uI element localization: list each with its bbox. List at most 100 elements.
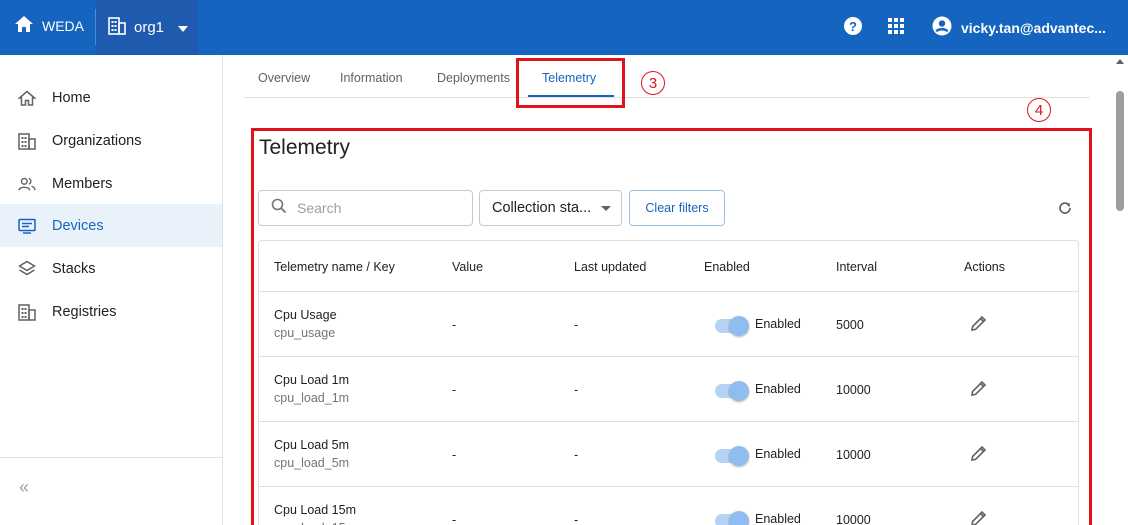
tab-information[interactable]: Information (340, 71, 403, 85)
table-row[interactable]: Cpu Load 5m cpu_load_5m - - Enabled 1000… (259, 421, 1078, 486)
sidebar-item-label: Registries (52, 303, 117, 320)
enabled-label: Enabled (755, 512, 801, 525)
telemetry-key: cpu_load_5m (274, 456, 350, 470)
sidebar-item-registries[interactable]: Registries (0, 290, 222, 333)
toggle-knob (729, 381, 749, 401)
search-icon (271, 198, 287, 219)
scroll-up-arrow-icon[interactable] (1116, 59, 1124, 64)
telemetry-value: - (452, 383, 457, 397)
tab-overview[interactable]: Overview (258, 71, 310, 85)
telemetry-value: - (452, 448, 457, 462)
edit-pencil-icon[interactable] (970, 509, 988, 525)
column-header-interval[interactable]: Interval (836, 260, 877, 274)
building-icon (108, 16, 126, 39)
table-row[interactable]: Cpu Usage cpu_usage - - Enabled 5000 (259, 291, 1078, 356)
telemetry-key: cpu_load_1m (274, 391, 350, 405)
org-selector[interactable]: org1 (96, 0, 198, 55)
last-updated: - (574, 513, 579, 525)
sidebar-item-label: Devices (52, 217, 104, 234)
column-header-last-updated[interactable]: Last updated (574, 260, 646, 274)
detail-tabs: Overview Information Deployments Telemet… (244, 55, 1090, 98)
table-row[interactable]: Cpu Load 15m cpu_load_15m - - Enabled 10… (259, 486, 1078, 525)
enabled-label: Enabled (755, 382, 801, 396)
user-menu[interactable]: vicky.tan@advantec... (932, 16, 1106, 39)
enabled-toggle[interactable] (715, 511, 749, 525)
chevron-down-icon (601, 206, 611, 211)
telemetry-key: cpu_usage (274, 326, 336, 340)
collection-status-filter[interactable]: Collection sta... (479, 190, 622, 226)
interval-value: 10000 (836, 383, 871, 397)
telemetry-name: Cpu Load 15m (274, 503, 357, 517)
toggle-knob (729, 511, 749, 525)
refresh-icon[interactable] (1057, 200, 1073, 221)
page-scrollbar[interactable] (1112, 55, 1128, 525)
sidebar-item-home[interactable]: Home (0, 76, 222, 119)
app-bar: WEDA org1 ? vicky.tan@advantec... (0, 0, 1128, 55)
interval-value: 5000 (836, 318, 864, 332)
org-label: org1 (134, 19, 165, 36)
edit-pencil-icon[interactable] (970, 314, 988, 337)
tab-highlight-box (516, 58, 625, 108)
sidebar-divider (0, 457, 222, 458)
telemetry-name: Cpu Load 1m (274, 373, 350, 387)
apps-grid-icon[interactable] (887, 17, 905, 40)
building-icon (18, 303, 36, 321)
building-icon (18, 132, 36, 150)
account-circle-icon (932, 16, 952, 39)
page-title: Telemetry (259, 136, 351, 159)
column-header-value[interactable]: Value (452, 260, 483, 274)
device-icon (18, 217, 36, 235)
sidebar-item-label: Members (52, 175, 113, 192)
telemetry-key: cpu_load_15m (274, 521, 356, 525)
user-email: vicky.tan@advantec... (961, 19, 1106, 36)
edit-pencil-icon[interactable] (970, 379, 988, 402)
enabled-label: Enabled (755, 447, 801, 461)
search-input[interactable] (297, 200, 447, 216)
enabled-toggle[interactable] (715, 446, 749, 466)
enabled-label: Enabled (755, 317, 801, 331)
home-link[interactable]: WEDA (14, 15, 84, 36)
toggle-knob (729, 316, 749, 336)
svg-text:?: ? (849, 19, 857, 34)
last-updated: - (574, 383, 579, 397)
enabled-toggle[interactable] (715, 316, 749, 336)
filter-value: Collection sta... (492, 200, 592, 216)
sidebar-item-members[interactable]: Members (0, 162, 222, 205)
column-header-enabled[interactable]: Enabled (704, 260, 750, 274)
brand-label: WEDA (42, 17, 84, 34)
column-header-actions: Actions (964, 260, 1005, 274)
enabled-toggle[interactable] (715, 381, 749, 401)
sidebar-item-label: Organizations (52, 132, 142, 149)
interval-value: 10000 (836, 513, 871, 525)
home-icon (14, 15, 34, 36)
clear-filters-button[interactable]: Clear filters (629, 190, 725, 226)
search-field[interactable] (258, 190, 473, 226)
sidebar-item-stacks[interactable]: Stacks (0, 247, 222, 290)
column-header-name[interactable]: Telemetry name / Key (274, 260, 395, 274)
last-updated: - (574, 448, 579, 462)
collapse-sidebar-icon[interactable]: « (19, 477, 29, 498)
last-updated: - (574, 318, 579, 332)
annotation-marker-3: 3 (641, 71, 665, 95)
scroll-thumb[interactable] (1116, 91, 1124, 211)
telemetry-name: Cpu Usage (274, 308, 337, 322)
help-icon[interactable]: ? (843, 16, 863, 41)
toggle-knob (729, 446, 749, 466)
table-row[interactable]: Cpu Load 1m cpu_load_1m - - Enabled 1000… (259, 356, 1078, 421)
layers-icon (18, 260, 36, 278)
sidebar-item-organizations[interactable]: Organizations (0, 119, 222, 162)
caret-down-icon (178, 19, 189, 36)
home-outline-icon (18, 89, 36, 107)
telemetry-value: - (452, 513, 457, 525)
people-icon (18, 175, 36, 193)
annotation-marker-4: 4 (1027, 98, 1051, 122)
edit-pencil-icon[interactable] (970, 444, 988, 467)
tab-deployments[interactable]: Deployments (437, 71, 510, 85)
interval-value: 10000 (836, 448, 871, 462)
telemetry-name: Cpu Load 5m (274, 438, 350, 452)
telemetry-table: Telemetry name / Key Value Last updated … (258, 240, 1079, 525)
sidebar-item-label: Home (52, 89, 91, 106)
sidebar: Home Organizations Members Devices Stack… (0, 55, 223, 525)
sidebar-item-label: Stacks (52, 260, 96, 277)
sidebar-item-devices[interactable]: Devices (0, 204, 222, 247)
